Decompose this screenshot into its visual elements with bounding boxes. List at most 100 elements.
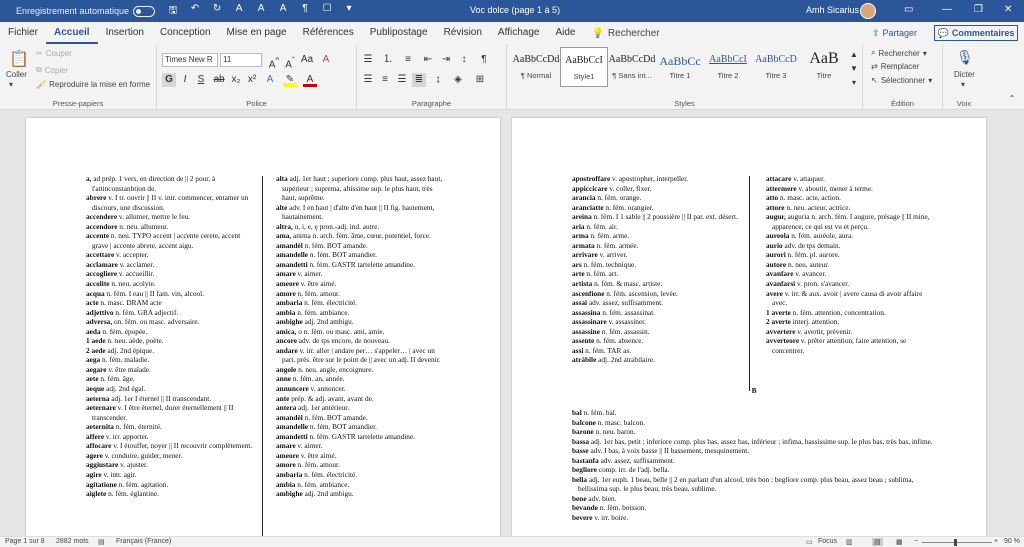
dictionary-entry: assassina n. fém. assassinat. (572, 307, 656, 317)
style-heading-1[interactable]: AaBbCc Titre 1 (656, 47, 704, 87)
bold-icon[interactable]: G (162, 73, 176, 87)
zoom-slider-thumb[interactable] (954, 539, 957, 546)
page-1[interactable]: a, ad prép. 1 vers, en direction de || 2… (26, 118, 500, 536)
search-area[interactable] (535, 1, 765, 21)
microphone-icon[interactable]: 🎙 (956, 50, 974, 64)
undo-icon[interactable]: ↶ (189, 3, 201, 20)
document-area[interactable]: a, ad prép. 1 vers, en direction de || 2… (0, 110, 1024, 536)
style-style1[interactable]: AaBbCcI Style1 (560, 47, 608, 87)
underline-icon[interactable]: S (194, 73, 208, 87)
comments-button[interactable]: 💬 Commentaires (934, 25, 1018, 41)
bullets-icon[interactable]: ☰ (361, 53, 375, 67)
zoom-level[interactable]: 90 % (1004, 538, 1020, 545)
borders-icon[interactable]: ⊞ (473, 73, 487, 87)
zoom-out-icon[interactable]: − (914, 538, 918, 545)
tab-home[interactable]: Accueil (46, 22, 98, 44)
print-layout-icon[interactable]: ▤ (872, 538, 883, 546)
proofing-icon[interactable]: ▤ (98, 538, 105, 546)
strikethrough-icon[interactable]: ab (212, 73, 226, 87)
style-heading-2[interactable]: AaBbCcI Titre 2 (704, 47, 752, 87)
dropdown-icon[interactable]: ▾ (343, 3, 355, 20)
tab-references[interactable]: Références (295, 22, 362, 44)
align-right-icon[interactable]: ☰ (395, 73, 409, 87)
justify-icon[interactable]: ≣ (412, 73, 426, 87)
paste-dropdown-icon[interactable]: ▾ (9, 80, 13, 89)
format-painter-button[interactable]: 🖌 Reproduire la mise en forme (36, 80, 150, 89)
sort-icon[interactable]: ↕ (457, 53, 471, 67)
paragraph-mark-icon[interactable]: ¶ (299, 3, 311, 20)
web-layout-icon[interactable]: ▦ (896, 538, 903, 546)
language-status[interactable]: Français (France) (116, 538, 171, 545)
minimize-icon[interactable]: — (942, 4, 952, 15)
align-left-icon[interactable]: ☰ (361, 73, 375, 87)
dictate-button[interactable]: Dicter (954, 70, 975, 79)
style-heading-3[interactable]: AaBbCcD Titre 3 (752, 47, 800, 87)
dictate-dropdown-icon[interactable]: ▾ (961, 80, 965, 89)
styles-up-icon[interactable]: ▲ (847, 48, 861, 62)
page-count[interactable]: Page 1 sur 8 (5, 538, 45, 545)
select-button[interactable]: ↖ Sélectionner ▾ (871, 76, 932, 85)
change-case-icon[interactable]: Aa (300, 53, 314, 67)
tell-me-search[interactable]: 💡 Rechercher (591, 28, 659, 39)
numbering-icon[interactable]: ⒈ (381, 53, 395, 67)
tab-insert[interactable]: Insertion (98, 22, 152, 44)
style-title[interactable]: AaB Titre (800, 47, 848, 87)
cut-button[interactable]: ✂ Couper (36, 49, 72, 58)
avatar[interactable] (860, 3, 876, 19)
style-no-spacing[interactable]: AaBbCcDd ¶ Sans int... (608, 47, 656, 87)
shrink-font-icon[interactable]: Aˇ (283, 53, 297, 70)
font-a-icon[interactable]: A (277, 3, 289, 20)
autosave-toggle[interactable] (133, 5, 156, 17)
redo-icon[interactable]: ↻ (211, 3, 223, 20)
collapse-ribbon-icon[interactable]: ⌃ (1005, 92, 1019, 106)
font-size-combo[interactable]: 11 (220, 53, 262, 67)
tab-mailings[interactable]: Publipostage (362, 22, 436, 44)
tab-layout[interactable]: Mise en page (219, 22, 295, 44)
decrease-indent-icon[interactable]: ⇤ (421, 53, 435, 67)
tab-help[interactable]: Aide (547, 22, 583, 44)
font-a-icon[interactable]: A (233, 3, 245, 20)
tab-design[interactable]: Conception (152, 22, 219, 44)
restore-icon[interactable]: ❐ (974, 4, 983, 15)
focus-mode-button[interactable]: Focus (818, 538, 837, 545)
close-icon[interactable]: ✕ (1004, 4, 1012, 15)
highlight-icon[interactable]: ✎ (283, 73, 297, 87)
multilevel-list-icon[interactable]: ≡ (401, 53, 415, 67)
paste-button[interactable]: Coller (6, 70, 27, 79)
superscript-icon[interactable]: x² (245, 73, 259, 87)
word-count[interactable]: 2882 mots (56, 538, 89, 545)
share-button[interactable]: ⇪ Partager (862, 25, 927, 41)
text-box-icon[interactable]: ☐ (321, 3, 333, 20)
replace-button[interactable]: ⇄ Remplacer (871, 62, 919, 71)
zoom-in-icon[interactable]: + (994, 538, 998, 545)
styles-more-icon[interactable]: ▾ (847, 76, 861, 90)
font-a-icon[interactable]: A (255, 3, 267, 20)
tab-view[interactable]: Affichage (490, 22, 548, 44)
line-spacing-icon[interactable]: ↨ (431, 73, 445, 87)
align-center-icon[interactable]: ≡ (378, 73, 392, 87)
tab-file[interactable]: Fichier (0, 22, 46, 44)
tab-review[interactable]: Révision (436, 22, 490, 44)
style-normal[interactable]: AaBbCcDd ¶ Normal (512, 47, 560, 87)
styles-down-icon[interactable]: ▼ (847, 62, 861, 76)
copy-button[interactable]: ⧉ Copier (36, 65, 68, 75)
read-mode-icon[interactable]: ▥ (846, 538, 853, 546)
text-effects-icon[interactable]: A (263, 73, 277, 87)
save-icon[interactable]: 🖫 (167, 3, 179, 20)
autosave-control[interactable]: Enregistrement automatique (16, 5, 156, 17)
user-name[interactable]: Amh Sicarius (806, 5, 859, 15)
paste-icon[interactable]: 📋 (9, 50, 29, 70)
font-color-icon[interactable]: A (303, 73, 317, 87)
italic-icon[interactable]: I (178, 73, 192, 87)
clear-formatting-icon[interactable]: A (319, 53, 333, 67)
grow-font-icon[interactable]: A^ (267, 53, 281, 70)
show-marks-icon[interactable]: ¶ (477, 53, 491, 67)
subscript-icon[interactable]: x₂ (229, 73, 243, 87)
page-2[interactable]: apostroffare v. apostropher, interpeller… (512, 118, 986, 536)
increase-indent-icon[interactable]: ⇥ (439, 53, 453, 67)
zoom-slider[interactable] (922, 542, 992, 543)
find-button[interactable]: ⌕ Rechercher ▾ (871, 48, 927, 58)
ribbon-display-icon[interactable]: ▭ (904, 4, 913, 15)
shading-icon[interactable]: ◈ (451, 73, 465, 87)
font-name-combo[interactable]: Times New R (162, 53, 218, 67)
